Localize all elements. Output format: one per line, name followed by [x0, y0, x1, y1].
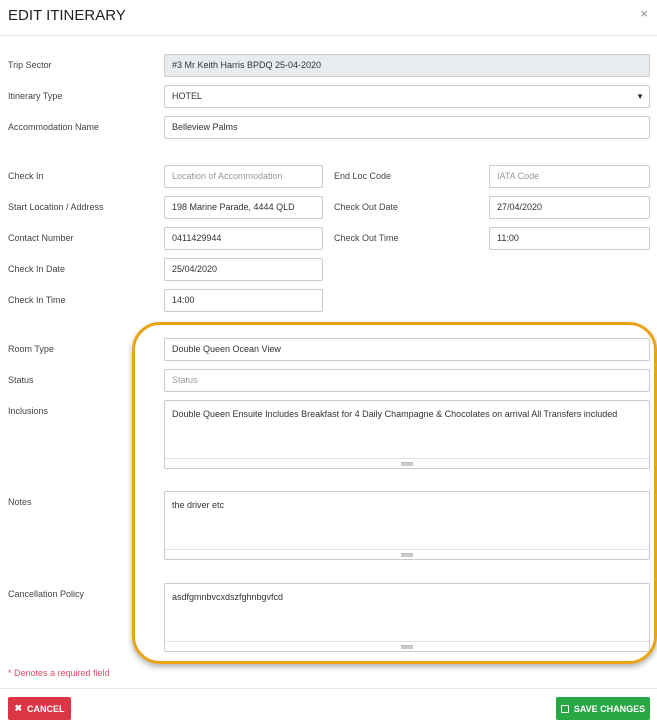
- check-in-date-label: Check In Date: [8, 264, 66, 274]
- itinerary-type-value: HOTEL: [172, 91, 203, 101]
- floppy-disk-icon: [560, 704, 569, 713]
- start-location-input[interactable]: 198 Marine Parade, 4444 QLD: [164, 196, 323, 219]
- accommodation-name-input[interactable]: Belleview Palms: [164, 116, 650, 139]
- modal-title: EDIT ITINERARY: [8, 7, 126, 24]
- close-icon[interactable]: ×: [640, 6, 648, 21]
- required-field-note: * Denotes a required field: [8, 668, 110, 678]
- contact-number-label: Contact Number: [8, 233, 74, 243]
- end-loc-code-input[interactable]: IATA Code: [489, 165, 650, 188]
- header-divider: [0, 35, 657, 36]
- save-changes-button[interactable]: SAVE CHANGES: [556, 697, 650, 720]
- dropdown-arrow-icon: ▼: [636, 92, 644, 101]
- contact-number-input[interactable]: 0411429944: [164, 227, 323, 250]
- inclusions-label: Inclusions: [8, 406, 49, 416]
- trip-sector-label: Trip Sector: [8, 60, 52, 70]
- footer-divider: [0, 688, 657, 689]
- cancel-label: CANCEL: [27, 703, 65, 714]
- save-label: SAVE CHANGES: [573, 703, 646, 714]
- check-in-label: Check In: [8, 171, 44, 181]
- end-loc-code-label: End Loc Code: [334, 171, 392, 181]
- itinerary-type-select[interactable]: HOTEL ▼: [164, 85, 650, 108]
- check-out-date-label: Check Out Date: [334, 202, 399, 212]
- itinerary-type-label: Itinerary Type: [8, 91, 63, 101]
- check-in-date-input[interactable]: 25/04/2020: [164, 258, 323, 281]
- check-in-time-input[interactable]: 14:00: [164, 289, 323, 312]
- status-label: Status: [8, 375, 34, 385]
- room-type-label: Room Type: [8, 344, 54, 354]
- x-icon: ✖: [14, 703, 23, 713]
- notes-label: Notes: [8, 497, 32, 507]
- highlight-outline: [132, 322, 657, 664]
- check-out-time-input[interactable]: 11:00: [489, 227, 650, 250]
- cancel-button[interactable]: ✖ CANCEL: [8, 697, 71, 720]
- check-out-date-input[interactable]: 27/04/2020: [489, 196, 650, 219]
- cancellation-policy-label: Cancellation Policy: [8, 589, 85, 599]
- check-out-time-label: Check Out Time: [334, 233, 399, 243]
- accommodation-name-label: Accommodation Name: [8, 122, 100, 132]
- start-location-label: Start Location / Address: [8, 202, 104, 212]
- check-in-input[interactable]: Location of Accommodation: [164, 165, 323, 188]
- check-in-time-label: Check In Time: [8, 295, 66, 305]
- trip-sector-input[interactable]: #3 Mr Keith Harris BPDQ 25-04-2020: [164, 54, 650, 77]
